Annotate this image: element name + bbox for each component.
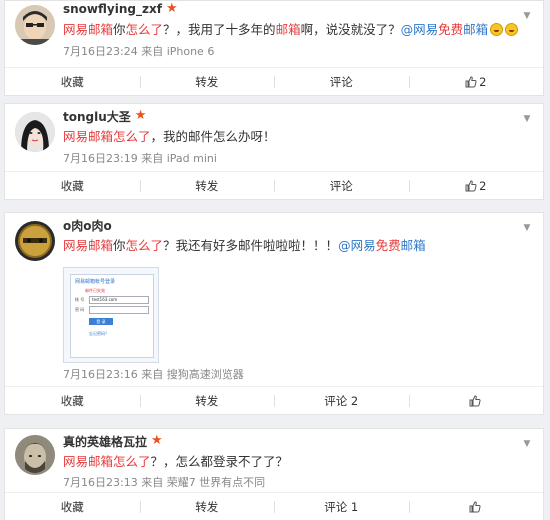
avatar[interactable]: [15, 5, 55, 45]
avatar[interactable]: [15, 221, 55, 261]
comment-button[interactable]: 评论 1: [274, 493, 409, 520]
star-icon: ★: [165, 1, 178, 16]
forgot-link: 忘记密码？: [89, 331, 109, 336]
avatar[interactable]: [15, 112, 55, 152]
laughing-emoji-icon: [490, 23, 504, 36]
laughing-emoji-icon: [505, 23, 519, 36]
login-btn: 登 录: [89, 318, 113, 325]
username[interactable]: tonglu大圣: [63, 108, 131, 125]
thumbs-up-icon: [465, 179, 477, 191]
collect-button[interactable]: 收藏: [5, 68, 140, 95]
like-button[interactable]: [408, 493, 544, 520]
chevron-down-icon[interactable]: ▼: [521, 114, 533, 124]
attached-image[interactable]: 网易邮箱帐号登录 邮件已失效 帐 号 test163.com 密 码 登 录 忘…: [63, 267, 159, 363]
collect-button[interactable]: 收藏: [5, 387, 140, 414]
username[interactable]: snowflying_zxf: [63, 2, 162, 16]
login-title: 网易邮箱帐号登录: [75, 279, 116, 285]
post-meta[interactable]: 7月16日23:24 来自 iPhone 6: [63, 43, 214, 59]
repost-button[interactable]: 转发: [139, 493, 275, 520]
like-button[interactable]: [408, 387, 544, 414]
collect-button[interactable]: 收藏: [5, 493, 140, 520]
action-bar: 收藏 转发 评论 1: [5, 492, 543, 520]
like-count: 2: [479, 74, 487, 89]
comment-button[interactable]: 评论: [274, 172, 409, 199]
comment-button[interactable]: 评论 2: [274, 387, 409, 414]
username[interactable]: 真的英雄格瓦拉: [63, 433, 147, 450]
post-text: 网易邮箱你怎么了？，我用了十多年的邮箱啊，说没就没了？@网易免费邮箱: [63, 19, 519, 38]
chevron-down-icon[interactable]: ▼: [521, 439, 533, 449]
chevron-down-icon[interactable]: ▼: [521, 223, 533, 233]
comment-button[interactable]: 评论: [274, 68, 409, 95]
post-card: ▼ snowflying_zxf ★ 网易邮箱你怎么了？，我用了十多年的邮箱啊，…: [4, 0, 544, 96]
action-bar: 收藏 转发 评论 2: [5, 67, 543, 95]
star-icon: ★: [151, 433, 163, 448]
like-button[interactable]: 2: [408, 172, 544, 199]
avatar[interactable]: [15, 435, 55, 475]
post-text: 网易邮箱怎么了，我的邮件怎么办呀！: [63, 129, 276, 144]
post-meta[interactable]: 7月16日23:19 来自 iPad mini: [63, 150, 217, 166]
thumbs-up-icon: [469, 394, 481, 406]
like-count: 2: [479, 178, 487, 193]
thumbs-up-icon: [465, 75, 477, 87]
collect-button[interactable]: 收藏: [5, 172, 140, 199]
post-card: ▼ tonglu大圣 ★ 网易邮箱怎么了，我的邮件怎么办呀！ 7月16日23:1…: [4, 103, 544, 200]
post-meta[interactable]: 7月16日23:16 来自 搜狗高速浏览器: [63, 366, 244, 382]
like-button[interactable]: 2: [408, 68, 544, 95]
login-row: 帐 号 test163.com: [75, 296, 149, 304]
post-card: ▼ 真的英雄格瓦拉 ★ 网易邮箱怎么了？，怎么都登录不了了？ 7月16日23:1…: [4, 428, 544, 520]
action-bar: 收藏 转发 评论 2: [5, 171, 543, 199]
repost-button[interactable]: 转发: [139, 172, 275, 199]
repost-button[interactable]: 转发: [139, 387, 275, 414]
post-text: 网易邮箱怎么了？，怎么都登录不了了？: [63, 454, 289, 469]
post-text: 网易邮箱你怎么了？我还有好多邮件啦啦啦！！！@网易免费邮箱: [63, 238, 426, 253]
post-meta[interactable]: 7月16日23:13 来自 荣耀7 世界有点不同: [63, 474, 265, 490]
action-bar: 收藏 转发 评论 2: [5, 386, 543, 414]
username[interactable]: o肉o肉o: [63, 217, 112, 234]
login-row: 密 码: [75, 306, 149, 314]
thumbs-up-icon: [469, 500, 481, 512]
star-icon: ★: [134, 108, 147, 123]
login-error: 邮件已失效: [85, 288, 105, 293]
post-card: ▼ o肉o肉o 网易邮箱你怎么了？我还有好多邮件啦啦啦！！！@网易免费邮箱 网易…: [4, 212, 544, 415]
chevron-down-icon[interactable]: ▼: [521, 11, 533, 21]
repost-button[interactable]: 转发: [139, 68, 275, 95]
login-panel: 网易邮箱帐号登录 邮件已失效 帐 号 test163.com 密 码 登 录 忘…: [70, 274, 154, 358]
